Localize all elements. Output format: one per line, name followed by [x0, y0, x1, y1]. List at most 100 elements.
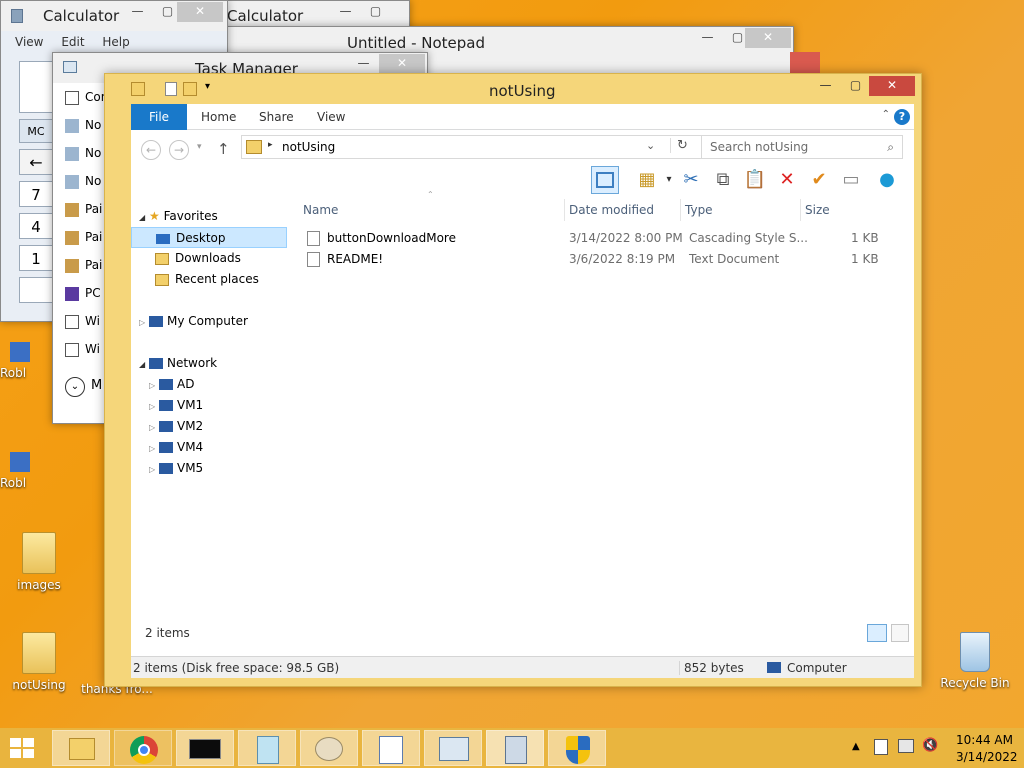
properties-icon[interactable]: [165, 82, 177, 96]
process-row[interactable]: Pai: [65, 255, 102, 276]
breadcrumb[interactable]: notUsing: [282, 140, 335, 154]
close-button[interactable]: ✕: [177, 2, 223, 22]
minimize-button[interactable]: —: [693, 28, 722, 48]
minimize-button[interactable]: —: [349, 54, 378, 74]
process-row[interactable]: Pai: [65, 227, 102, 248]
nav-favorites[interactable]: ◢ ★ Favorites: [139, 206, 218, 227]
desktop-icon-robl-2[interactable]: Robl: [0, 452, 40, 490]
process-name: No: [85, 174, 102, 188]
explorer-window[interactable]: ▾ notUsing — ▢ ✕ File Home Share View ⌃ …: [104, 73, 922, 687]
nav-desktop[interactable]: Desktop: [131, 227, 287, 248]
recent-locations-icon[interactable]: ▾: [197, 142, 202, 152]
close-button[interactable]: ✕: [869, 76, 915, 96]
nav-network-vm4[interactable]: ▷ VM4: [149, 437, 203, 458]
details-view-button[interactable]: [867, 624, 887, 642]
taskbar-file-explorer[interactable]: [52, 730, 110, 766]
checkmark-icon[interactable]: ✔: [805, 166, 833, 194]
process-row[interactable]: Pai: [65, 199, 102, 220]
up-button[interactable]: ↑: [217, 140, 230, 158]
desktop-icon-robl-1[interactable]: Robl: [0, 342, 40, 380]
close-button[interactable]: ✕: [379, 54, 425, 74]
nav-network-vm2[interactable]: ▷ VM2: [149, 416, 203, 437]
desktop-icon-images[interactable]: images: [2, 532, 76, 592]
nav-network-vm1[interactable]: ▷ VM1: [149, 395, 203, 416]
more-details-button[interactable]: ⌄ M: [65, 377, 102, 397]
nav-network[interactable]: ◢ Network: [139, 353, 217, 374]
desktop-icon-notusing[interactable]: notUsing: [2, 632, 76, 692]
chevron-up-icon[interactable]: ⌃: [882, 109, 890, 120]
nav-network-ad[interactable]: ▷ AD: [149, 374, 194, 395]
process-row[interactable]: Wi: [65, 339, 100, 360]
desktop-icon-recycle-bin[interactable]: Recycle Bin: [938, 632, 1012, 690]
action-center-icon[interactable]: [874, 739, 888, 755]
back-button[interactable]: ←: [141, 140, 161, 160]
maximize-button[interactable]: ▢: [361, 2, 390, 22]
tab-view[interactable]: View: [303, 104, 359, 130]
taskbar-calculator[interactable]: [486, 730, 544, 766]
process-row[interactable]: Wi: [65, 311, 100, 332]
clock-time[interactable]: 10:44 AM: [956, 733, 1013, 747]
cut-icon[interactable]: ✂: [677, 166, 705, 194]
clock-date[interactable]: 3/14/2022: [956, 750, 1018, 764]
tab-file[interactable]: File: [131, 104, 187, 130]
menu-help[interactable]: Help: [102, 35, 129, 49]
chevron-down-icon[interactable]: ⌄: [646, 139, 655, 152]
search-input[interactable]: Search notUsing ⌕: [701, 135, 903, 159]
new-folder-icon[interactable]: [183, 82, 197, 96]
table-row[interactable]: README! 3/6/2022 8:19 PM Text Document 1…: [303, 249, 883, 270]
delete-icon[interactable]: ✕: [773, 166, 801, 194]
refresh-icon[interactable]: ↻: [670, 138, 688, 153]
column-header-name[interactable]: Name: [303, 199, 561, 221]
nav-recent-places[interactable]: Recent places: [155, 269, 259, 290]
process-row[interactable]: No: [65, 115, 101, 136]
process-row[interactable]: No: [65, 171, 101, 192]
taskbar-wordpad[interactable]: [362, 730, 420, 766]
copy-icon[interactable]: ⧉: [709, 166, 737, 194]
table-row[interactable]: buttonDownloadMore 3/14/2022 8:00 PM Cas…: [303, 228, 883, 249]
calc-key-backspace[interactable]: ←: [19, 149, 53, 175]
rename-icon[interactable]: ▭: [837, 166, 865, 194]
show-hidden-icons-icon[interactable]: ▲: [852, 741, 860, 752]
taskbar-task-manager[interactable]: [424, 730, 482, 766]
minimize-button[interactable]: —: [811, 76, 840, 96]
calc-key-7[interactable]: 7: [19, 181, 53, 207]
calc-key-4[interactable]: 4: [19, 213, 53, 239]
taskbar-notepad[interactable]: [238, 730, 296, 766]
nav-my-computer[interactable]: ▷ My Computer: [139, 311, 248, 332]
nav-network-vm5[interactable]: ▷ VM5: [149, 458, 203, 479]
maximize-button[interactable]: ▢: [841, 76, 870, 96]
close-button[interactable]: ✕: [745, 28, 791, 48]
calc-key-blank[interactable]: [19, 277, 53, 303]
desktop-icon-label: Recycle Bin: [940, 676, 1010, 690]
volume-icon[interactable]: 🔇: [922, 738, 938, 753]
chevron-down-icon[interactable]: ▾: [205, 81, 210, 92]
calc-key-mc[interactable]: MC: [19, 119, 53, 143]
large-icons-view-button[interactable]: [891, 624, 909, 642]
nav-downloads[interactable]: Downloads: [155, 248, 241, 269]
forward-button[interactable]: →: [169, 140, 189, 160]
tab-share[interactable]: Share: [245, 104, 308, 130]
minimize-button[interactable]: —: [123, 2, 152, 22]
start-button[interactable]: [8, 736, 36, 760]
taskbar-chrome[interactable]: [114, 730, 172, 766]
globe-icon[interactable]: ●: [873, 166, 901, 194]
taskbar-security[interactable]: [548, 730, 606, 766]
preview-pane-icon[interactable]: [591, 166, 619, 194]
network-status-icon[interactable]: [898, 739, 914, 753]
menu-view[interactable]: View: [15, 35, 43, 49]
column-header-date[interactable]: Date modified: [564, 199, 680, 221]
help-icon[interactable]: ?: [894, 109, 910, 125]
paste-icon[interactable]: 📋: [741, 166, 769, 194]
column-header-type[interactable]: Type: [680, 199, 798, 221]
calc-key-1[interactable]: 1: [19, 245, 53, 271]
chevron-down-icon: ⌄: [65, 377, 85, 397]
menu-edit[interactable]: Edit: [61, 35, 84, 49]
taskbar-command-prompt[interactable]: [176, 730, 234, 766]
tab-home[interactable]: Home: [187, 104, 250, 130]
taskbar-paint[interactable]: [300, 730, 358, 766]
minimize-button[interactable]: —: [331, 2, 360, 22]
process-row[interactable]: No: [65, 143, 101, 164]
column-header-size[interactable]: Size: [800, 199, 880, 221]
taskbar: ▲ 🔇 10:44 AM 3/14/2022: [0, 728, 1024, 768]
process-row[interactable]: PC: [65, 283, 101, 304]
